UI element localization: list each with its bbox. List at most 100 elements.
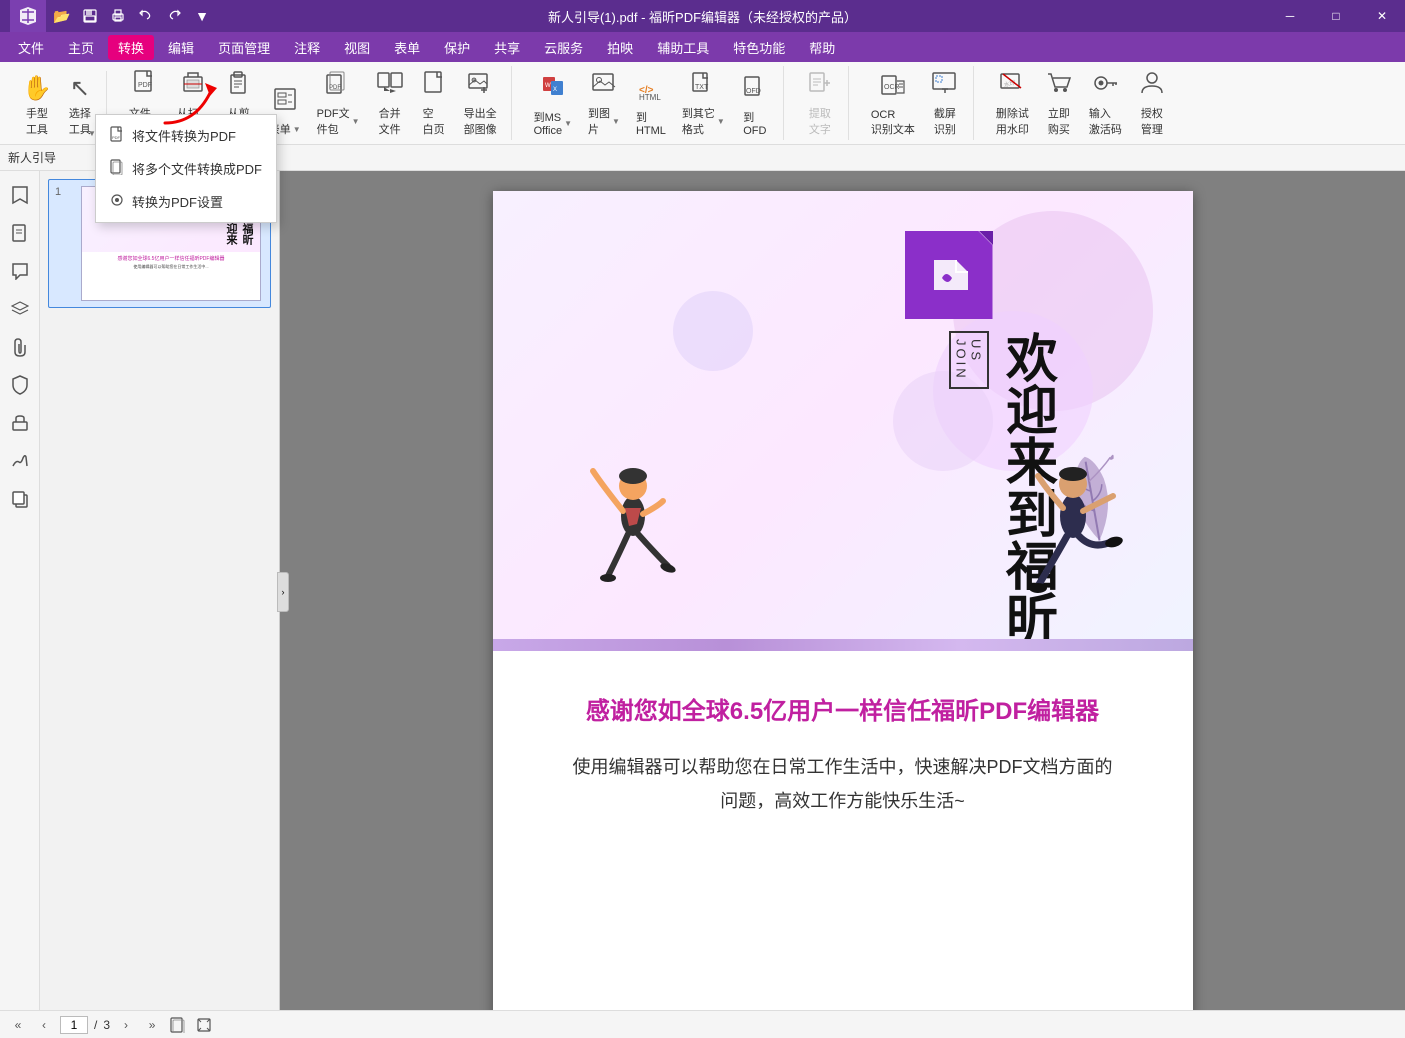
prev-page-btn[interactable]: ‹ — [34, 1015, 54, 1035]
svg-text:PDF: PDF — [112, 135, 121, 140]
menu-home[interactable]: 主页 — [58, 35, 104, 60]
maximize-btn[interactable]: □ — [1313, 0, 1359, 32]
sidebar-security-icon[interactable] — [4, 369, 36, 401]
status-bar: « ‹ / 3 › » — [0, 1010, 1405, 1038]
fit-window-btn[interactable] — [194, 1015, 214, 1035]
remove-watermark-btn[interactable]: 水印 删除试用水印 — [990, 66, 1035, 140]
first-page-btn[interactable]: « — [8, 1015, 28, 1035]
hand-tool-btn[interactable]: ✋ 手型工具 — [16, 71, 58, 140]
sidebar-copy-icon[interactable] — [4, 483, 36, 515]
menu-form[interactable]: 表单 — [384, 35, 430, 60]
pdf-body-text-1: 使用编辑器可以帮助您在日常工作生活中，快速解决PDF文档方面的 — [553, 750, 1133, 784]
convert-to-pdf-item[interactable]: PDF 将文件转换为PDF — [96, 119, 276, 152]
extract-text-icon — [806, 69, 834, 103]
sidebar-pages-icon[interactable] — [4, 217, 36, 249]
html-icon: </>HTML — [637, 73, 665, 107]
blank-page-btn[interactable]: 空白页 — [414, 66, 454, 140]
main-layout: 1 欢迎来到福昕 感谢您如全球6.5亿用户一样信任福昕PDF编辑器 使用编辑器可… — [0, 171, 1405, 1013]
extract-text-btn[interactable]: 提取文字 — [800, 66, 840, 140]
qa-redo-btn[interactable] — [162, 4, 186, 28]
screen-recognize-btn[interactable]: 截屏识别 — [925, 66, 965, 140]
svg-text:PDF: PDF — [329, 85, 341, 91]
qa-undo-btn[interactable] — [134, 4, 158, 28]
to-html-btn[interactable]: </>HTML 到HTML — [630, 70, 672, 140]
ribbon-group-license: 水印 删除试用水印 立即购买 输入激活码 授权管理 — [982, 66, 1180, 140]
circle-4 — [673, 291, 753, 371]
menu-assist[interactable]: 辅助工具 — [647, 35, 719, 60]
sidebar-attachment-icon[interactable] — [4, 331, 36, 363]
close-btn[interactable]: ✕ — [1359, 0, 1405, 32]
menu-annotate[interactable]: 注释 — [284, 35, 330, 60]
to-image-btn[interactable]: 到图片▼ — [582, 66, 626, 140]
figure-left — [573, 436, 693, 621]
menu-page-manage[interactable]: 页面管理 — [208, 35, 280, 60]
menu-protect[interactable]: 保护 — [434, 35, 480, 60]
watermark-icon: 水印 — [998, 69, 1026, 103]
panel-collapse-btn[interactable]: › — [277, 572, 289, 612]
page-number-input[interactable] — [60, 1016, 88, 1034]
merge-icon — [376, 69, 404, 103]
sidebar-layers-icon[interactable] — [4, 293, 36, 325]
svg-text:PDF: PDF — [138, 82, 152, 89]
export-images-btn[interactable]: 导出全部图像 — [458, 66, 503, 140]
menu-share[interactable]: 共享 — [484, 35, 530, 60]
next-page-btn[interactable]: › — [116, 1015, 136, 1035]
hand-icon: ✋ — [22, 74, 52, 103]
cursor-icon: ↖ — [70, 74, 90, 103]
blank-page-icon — [420, 69, 448, 103]
menu-edit[interactable]: 编辑 — [158, 35, 204, 60]
page-separator: / — [94, 1018, 97, 1032]
menu-features[interactable]: 特色功能 — [723, 35, 795, 60]
to-ms-office-btn[interactable]: WX 到MSOffice▼ — [528, 70, 578, 140]
qa-print-btn[interactable] — [106, 4, 130, 28]
pdf-view-area[interactable]: JOINUS 欢迎来到福昕 — [280, 171, 1405, 1013]
menu-file[interactable]: 文件 — [8, 35, 54, 60]
minimize-btn[interactable]: ─ — [1267, 0, 1313, 32]
menu-cloud[interactable]: 云服务 — [534, 35, 593, 60]
convert-multiple-to-pdf-item[interactable]: 将多个文件转换成PDF — [96, 152, 276, 185]
ocr-icon: OCR — [879, 73, 907, 107]
ocr-recognize-btn[interactable]: OCR OCR识别文本 — [865, 70, 921, 140]
menu-convert[interactable]: 转换 — [108, 35, 154, 60]
left-sidebar — [0, 171, 40, 1013]
window-title: 新人引导(1).pdf - 福昕PDF编辑器（未经授权的产品） — [548, 7, 857, 26]
qa-dropdown-btn[interactable]: ▼ — [190, 4, 214, 28]
pdf-package-icon: PDF — [324, 69, 352, 103]
to-other-btn[interactable]: TXT 到其它格式▼ — [676, 66, 731, 140]
auth-manage-btn[interactable]: 授权管理 — [1132, 66, 1172, 140]
menu-help[interactable]: 帮助 — [799, 35, 845, 60]
convert-to-pdf-label: 将文件转换为PDF — [132, 126, 236, 145]
svg-text:OFD: OFD — [746, 88, 761, 95]
sidebar-comment-icon[interactable] — [4, 255, 36, 287]
license-buttons: 水印 删除试用水印 立即购买 输入激活码 授权管理 — [990, 66, 1172, 140]
save-copy-btn[interactable] — [168, 1015, 188, 1035]
activation-btn[interactable]: 输入激活码 — [1083, 66, 1128, 140]
pdf-package-btn[interactable]: PDF PDF文件包▼ — [311, 66, 366, 140]
to-ofd-btn[interactable]: OFD 到OFD — [735, 70, 775, 140]
sidebar-stamp-icon[interactable] — [4, 407, 36, 439]
select-tool-btn[interactable]: ↖ 选择工具 ▼ — [62, 71, 98, 140]
sidebar-sign-icon[interactable] — [4, 445, 36, 477]
qa-open-btn[interactable]: 📂 — [50, 4, 74, 28]
buy-btn[interactable]: 立即购买 — [1039, 66, 1079, 140]
svg-text:HTML: HTML — [639, 93, 661, 101]
qa-save-btn[interactable] — [78, 4, 102, 28]
tools-buttons: ✋ 手型工具 ↖ 选择工具 ▼ — [16, 71, 98, 140]
convert-to-pdf-icon: PDF — [110, 126, 124, 145]
ribbon-group-convert-to: WX 到MSOffice▼ 到图片▼ </>HTML 到HTML TXT — [520, 66, 784, 140]
ofd-icon: OFD — [741, 73, 769, 107]
menu-view[interactable]: 视图 — [334, 35, 380, 60]
convert-settings-item[interactable]: 转换为PDF设置 — [96, 185, 276, 218]
clipboard-icon — [225, 69, 253, 103]
pdf-page: JOINUS 欢迎来到福昕 — [493, 191, 1193, 1013]
join-us-box: JOINUS — [949, 331, 989, 389]
sidebar-bookmark-icon[interactable] — [4, 179, 36, 211]
extract-buttons: 提取文字 — [800, 66, 840, 140]
settings-icon — [110, 193, 124, 210]
convert-multiple-label: 将多个文件转换成PDF — [132, 159, 262, 178]
menu-bar: 文件 主页 转换 编辑 页面管理 注释 视图 表单 保护 共享 云服务 拍映 辅… — [0, 32, 1405, 62]
merge-btn[interactable]: 合并文件 — [370, 66, 410, 140]
window-controls: ─ □ ✕ — [1267, 0, 1405, 32]
last-page-btn[interactable]: » — [142, 1015, 162, 1035]
menu-capture[interactable]: 拍映 — [597, 35, 643, 60]
